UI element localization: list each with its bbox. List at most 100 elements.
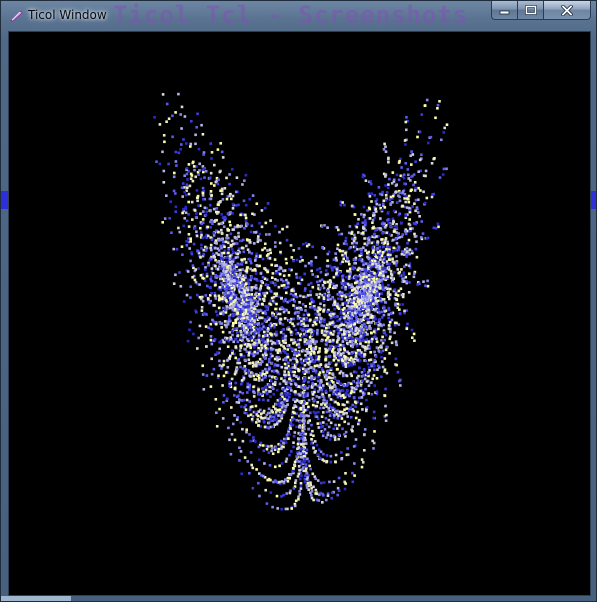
attractor-point xyxy=(240,261,244,265)
attractor-point xyxy=(312,446,315,450)
attractor-point xyxy=(317,283,320,287)
attractor-point xyxy=(211,252,215,256)
attractor-point xyxy=(401,277,404,280)
attractor-point xyxy=(185,240,188,243)
attractor-point xyxy=(229,302,233,306)
attractor-point xyxy=(218,359,221,363)
attractor-point xyxy=(293,351,297,355)
attractor-point xyxy=(374,297,377,300)
attractor-point xyxy=(248,337,252,340)
attractor-point xyxy=(212,207,216,211)
attractor-point xyxy=(318,384,322,387)
attractor-point xyxy=(401,191,404,194)
attractor-point xyxy=(341,260,344,264)
attractor-point xyxy=(258,290,262,294)
attractor-point xyxy=(316,422,320,425)
attractor-point xyxy=(231,167,234,171)
attractor-point xyxy=(434,226,438,230)
attractor-point xyxy=(363,377,367,381)
attractor-point xyxy=(316,479,320,482)
attractor-point xyxy=(200,243,203,247)
attractor-point xyxy=(293,460,297,464)
attractor-point xyxy=(314,275,318,278)
attractor-point xyxy=(357,303,361,306)
attractor-point xyxy=(322,452,325,456)
attractor-point xyxy=(334,460,337,463)
attractor-point xyxy=(254,231,258,234)
feather-icon xyxy=(10,10,23,22)
attractor-point xyxy=(350,315,353,319)
attractor-point xyxy=(260,360,264,364)
attractor-point xyxy=(404,143,407,146)
attractor-point xyxy=(328,438,332,441)
attractor-point xyxy=(436,222,440,226)
attractor-point xyxy=(332,427,335,431)
attractor-point xyxy=(363,311,366,315)
attractor-point xyxy=(274,330,278,334)
attractor-point xyxy=(348,262,351,266)
attractor-point xyxy=(305,347,309,351)
attractor-point xyxy=(253,268,257,271)
attractor-point xyxy=(210,327,213,331)
attractor-point xyxy=(241,277,244,281)
attractor-point xyxy=(333,325,337,328)
attractor-point xyxy=(245,428,248,431)
attractor-point xyxy=(201,236,205,240)
attractor-point xyxy=(257,334,261,337)
attractor-point xyxy=(338,324,341,328)
attractor-point xyxy=(222,401,225,404)
attractor-point xyxy=(322,297,326,300)
attractor-point xyxy=(335,271,338,275)
attractor-point xyxy=(263,319,267,322)
attractor-point xyxy=(367,384,371,387)
attractor-point xyxy=(388,177,391,181)
attractor-point xyxy=(353,213,357,216)
minimize-button[interactable] xyxy=(491,1,518,20)
attractor-point xyxy=(190,252,194,256)
attractor-point xyxy=(161,150,164,154)
attractor-point xyxy=(356,222,359,225)
attractor-point xyxy=(210,248,213,252)
attractor-point xyxy=(309,293,312,297)
attractor-point xyxy=(388,250,391,254)
attractor-point xyxy=(314,355,318,358)
attractor-point xyxy=(201,262,205,265)
maximize-button[interactable] xyxy=(518,1,544,20)
close-button[interactable] xyxy=(544,1,591,20)
attractor-point xyxy=(255,373,258,376)
attractor-point xyxy=(223,249,227,252)
attractor-point xyxy=(324,269,328,272)
attractor-point xyxy=(280,480,284,483)
attractor-point xyxy=(264,340,267,344)
canvas-area[interactable] xyxy=(8,31,591,596)
attractor-point xyxy=(328,394,331,397)
attractor-point xyxy=(408,262,412,265)
title-bar[interactable]: Ticol Window xyxy=(1,1,596,31)
attractor-point xyxy=(330,491,334,495)
attractor-point xyxy=(383,338,386,342)
attractor-point xyxy=(369,327,372,330)
attractor-point xyxy=(340,286,344,289)
attractor-point xyxy=(171,135,174,139)
attractor-point xyxy=(255,361,258,364)
attractor-point xyxy=(311,332,315,336)
attractor-point xyxy=(207,326,210,329)
attractor-point xyxy=(233,225,237,229)
attractor-point xyxy=(282,379,285,383)
attractor-point xyxy=(203,206,207,210)
attractor-point xyxy=(383,206,387,209)
attractor-point xyxy=(399,157,402,161)
attractor-point xyxy=(337,414,340,418)
attractor-point xyxy=(285,399,289,402)
attractor-point xyxy=(215,260,219,264)
attractor-point xyxy=(269,290,273,293)
attractor-point xyxy=(322,384,325,387)
attractor-point xyxy=(223,215,227,219)
attractor-point xyxy=(249,267,252,271)
attractor-point xyxy=(322,304,326,307)
attractor-point xyxy=(355,337,359,341)
attractor-point xyxy=(283,370,286,373)
attractor-point xyxy=(377,308,380,312)
attractor-point xyxy=(247,351,251,354)
attractor-point xyxy=(243,179,246,182)
